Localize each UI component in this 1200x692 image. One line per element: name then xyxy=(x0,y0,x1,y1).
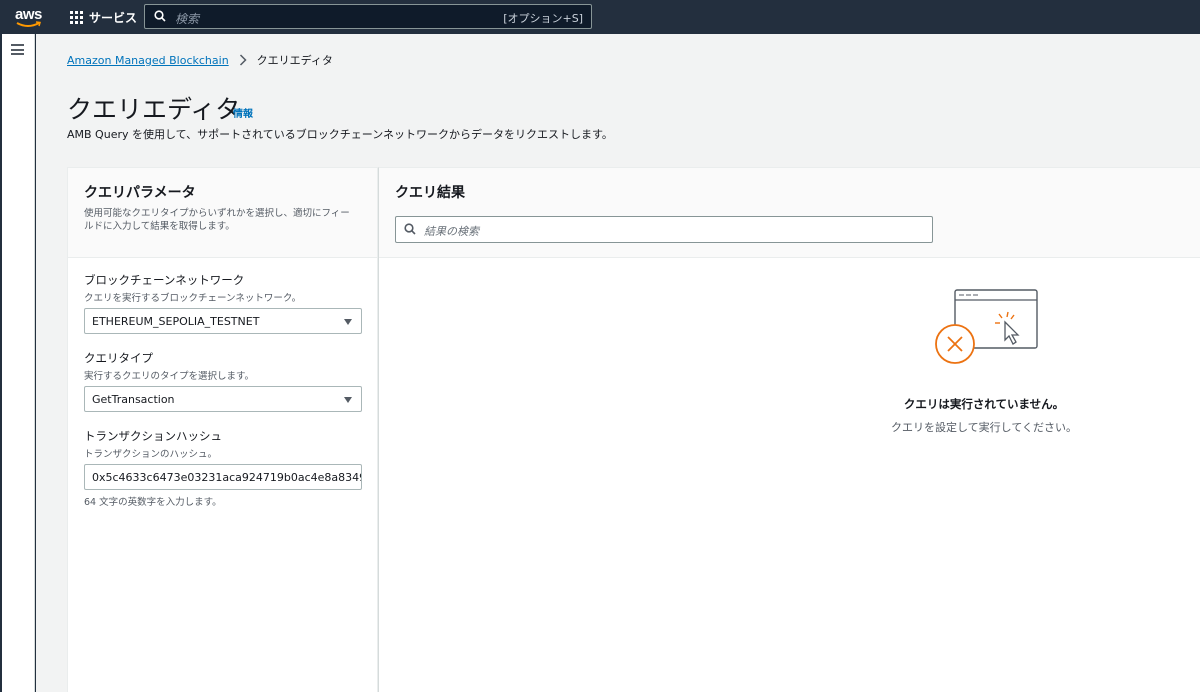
grid-icon xyxy=(70,10,83,24)
caret-down-icon xyxy=(344,319,352,325)
query-parameters-header: クエリパラメータ 使用可能なクエリタイプからいずれかを選択し、適切にフィールドに… xyxy=(68,168,377,258)
network-select-value: ETHEREUM_SEPOLIA_TESTNET xyxy=(92,315,260,328)
transaction-hash-constraint: 64 文字の英数字を入力します。 xyxy=(84,497,222,508)
aws-smile-icon xyxy=(16,21,41,27)
empty-state-description: クエリを設定して実行してください。 xyxy=(890,421,1077,434)
query-type-select[interactable]: GetTransaction xyxy=(84,386,362,412)
query-results-header: クエリ結果 結果の検索 xyxy=(379,168,1200,258)
network-hint: クエリを実行するブロックチェーンネットワーク。 xyxy=(84,293,302,304)
query-type-select-value: GetTransaction xyxy=(92,393,175,406)
main-content: Amazon Managed Blockchain クエリエディタ クエリエディ… xyxy=(36,34,1200,692)
chevron-right-icon xyxy=(239,54,247,66)
search-icon xyxy=(404,223,416,235)
transaction-hash-value: 0x5c4633c6473e03231aca924719b0ac4e8a8349 xyxy=(92,471,362,484)
transaction-hash-input[interactable]: 0x5c4633c6473e03231aca924719b0ac4e8a8349 xyxy=(84,464,362,490)
page-title: クエリエディタ xyxy=(67,95,241,124)
query-parameters-panel: クエリパラメータ 使用可能なクエリタイプからいずれかを選択し、適切にフィールドに… xyxy=(67,167,378,692)
breadcrumb-current: クエリエディタ xyxy=(256,54,333,67)
side-navigation-rail xyxy=(0,34,35,692)
aws-logo[interactable]: aws xyxy=(14,5,44,29)
top-navigation: aws サービス 検索 [オプション+S] xyxy=(0,0,1200,34)
query-results-title: クエリ結果 xyxy=(395,185,465,201)
global-search-input[interactable]: 検索 [オプション+S] xyxy=(144,4,592,29)
services-menu-button[interactable]: サービス xyxy=(70,8,137,26)
page-description: AMB Query を使用して、サポートされているブロックチェーンネットワークか… xyxy=(67,128,613,141)
caret-down-icon xyxy=(344,397,352,403)
network-label: ブロックチェーンネットワーク xyxy=(84,273,245,287)
search-shortcut-hint: [オプション+S] xyxy=(503,12,583,25)
window-edge xyxy=(0,34,2,692)
breadcrumb-link-managed-blockchain[interactable]: Amazon Managed Blockchain xyxy=(67,54,229,67)
transaction-hash-label: トランザクションハッシュ xyxy=(84,429,222,443)
network-field: ブロックチェーンネットワーク クエリを実行するブロックチェーンネットワーク。 E… xyxy=(84,272,362,334)
query-parameters-description: 使用可能なクエリタイプからいずれかを選択し、適切にフィールドに入力して結果を取得… xyxy=(84,208,350,232)
no-query-illustration-icon xyxy=(935,289,1038,364)
results-search-input[interactable]: 結果の検索 xyxy=(395,216,933,243)
query-type-hint: 実行するクエリのタイプを選択します。 xyxy=(84,371,255,382)
search-icon xyxy=(154,10,166,22)
query-type-label: クエリタイプ xyxy=(84,351,153,365)
transaction-hash-field: トランザクションハッシュ トランザクションのハッシュ。 0x5c4633c647… xyxy=(84,428,362,508)
services-label: サービス xyxy=(89,10,138,25)
network-select[interactable]: ETHEREUM_SEPOLIA_TESTNET xyxy=(84,308,362,334)
query-results-panel: クエリ結果 結果の検索 クエリは実行されていません。 クエリを設定して実行してく… xyxy=(378,167,1200,692)
query-parameters-title: クエリパラメータ xyxy=(84,185,196,201)
empty-state: クエリは実行されていません。 クエリを設定して実行してください。 xyxy=(859,288,1109,435)
menu-icon[interactable] xyxy=(11,44,24,55)
query-type-field: クエリタイプ 実行するクエリのタイプを選択します。 GetTransaction xyxy=(84,350,362,412)
global-search-placeholder: 検索 xyxy=(175,12,200,26)
breadcrumb: Amazon Managed Blockchain クエリエディタ xyxy=(67,52,333,68)
empty-state-title: クエリは実行されていません。 xyxy=(903,397,1065,411)
results-search-placeholder: 結果の検索 xyxy=(424,225,479,238)
transaction-hash-hint: トランザクションのハッシュ。 xyxy=(84,449,218,460)
info-link[interactable]: 情報 xyxy=(233,105,253,120)
